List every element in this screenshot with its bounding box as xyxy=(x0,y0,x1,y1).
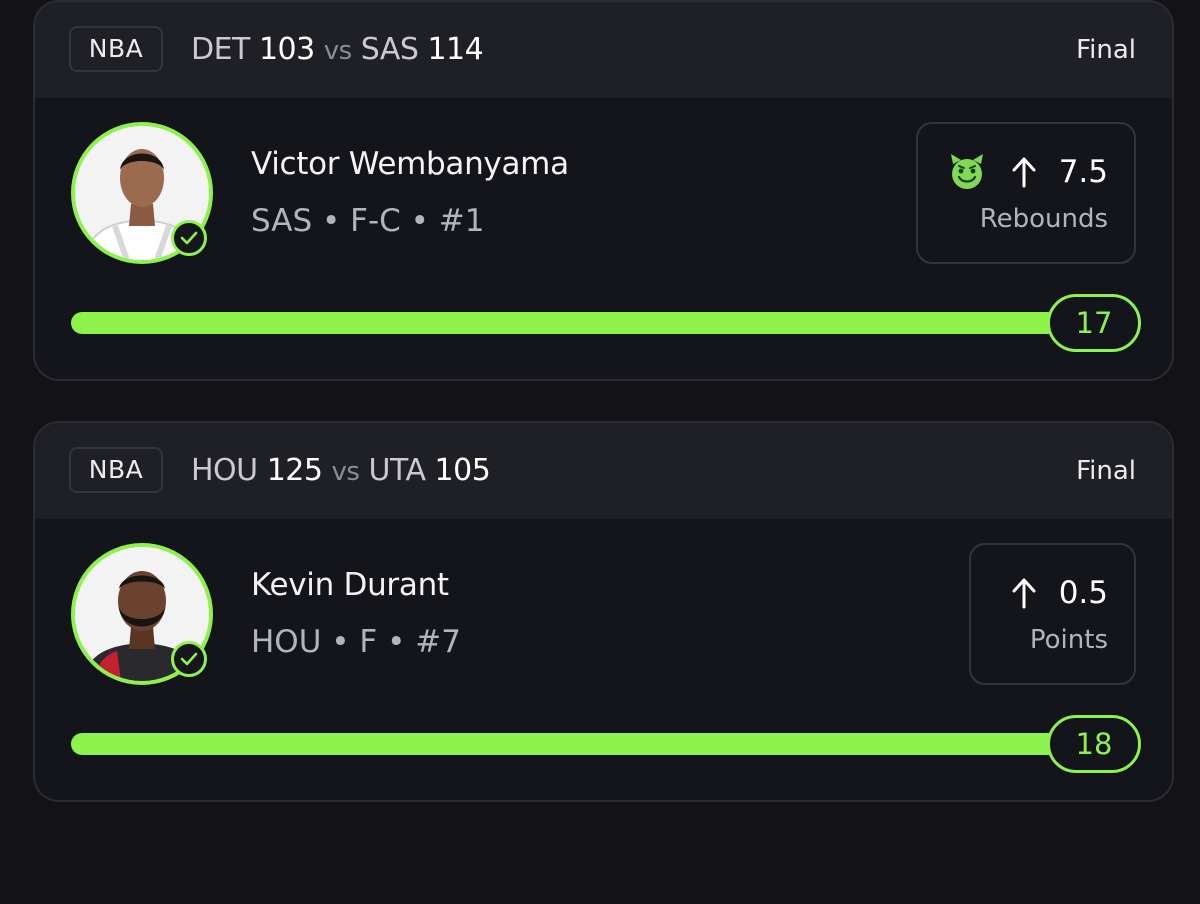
progress-fill xyxy=(71,312,1101,334)
away-score: 103 xyxy=(258,32,315,67)
verified-badge xyxy=(171,220,207,256)
league-badge: NBA xyxy=(69,26,163,72)
result-value-pill: 17 xyxy=(1047,294,1141,352)
arrow-up-icon xyxy=(1012,157,1036,188)
devil-emoji-icon xyxy=(950,154,983,189)
player-meta: SAS • F-C • #1 xyxy=(251,203,485,239)
game-header: NBA DET 103 vs SAS 114 Final xyxy=(35,2,1172,98)
matchup: HOU 125 vs UTA 105 xyxy=(191,449,491,494)
matchup: DET 103 vs SAS 114 xyxy=(191,28,484,73)
pick-card[interactable]: NBA HOU 125 vs UTA 105 Final Kevin Duran… xyxy=(33,421,1174,802)
pick-stat: Rebounds xyxy=(979,204,1108,234)
result-value-pill: 18 xyxy=(1047,715,1141,773)
check-circle-icon xyxy=(180,652,198,666)
pick-card[interactable]: NBA DET 103 vs SAS 114 Final Victor Wemb… xyxy=(33,0,1174,381)
progress-bar xyxy=(71,312,1101,334)
pick-box[interactable]: 7.5 Rebounds xyxy=(916,122,1136,264)
progress-bar xyxy=(71,733,1101,755)
game-status: Final xyxy=(1076,456,1136,486)
progress-fill xyxy=(71,733,1101,755)
player-name[interactable]: Kevin Durant xyxy=(251,563,449,607)
pick-box[interactable]: 0.5 Points xyxy=(969,543,1136,685)
home-team: SAS xyxy=(360,32,419,67)
home-team: UTA xyxy=(368,453,426,488)
player-name[interactable]: Victor Wembanyama xyxy=(251,142,569,186)
away-team: DET xyxy=(191,32,250,67)
game-status: Final xyxy=(1076,35,1136,65)
pick-line-value: 0.5 xyxy=(1058,575,1108,611)
home-score: 114 xyxy=(427,32,484,67)
verified-badge xyxy=(171,641,207,677)
league-badge: NBA xyxy=(69,447,163,493)
away-team: HOU xyxy=(191,453,258,488)
check-circle-icon xyxy=(180,231,198,245)
vs-label: vs xyxy=(331,457,360,487)
pick-line: 7.5 xyxy=(947,150,1108,194)
pick-line: 0.5 xyxy=(1009,571,1108,615)
player-meta: HOU • F • #7 xyxy=(251,624,461,660)
away-score: 125 xyxy=(266,453,323,488)
pick-line-value: 7.5 xyxy=(1058,154,1108,190)
home-score: 105 xyxy=(434,453,491,488)
vs-label: vs xyxy=(323,36,352,66)
pick-stat: Points xyxy=(1029,625,1108,655)
arrow-up-icon xyxy=(1012,578,1036,609)
game-header: NBA HOU 125 vs UTA 105 Final xyxy=(35,423,1172,519)
